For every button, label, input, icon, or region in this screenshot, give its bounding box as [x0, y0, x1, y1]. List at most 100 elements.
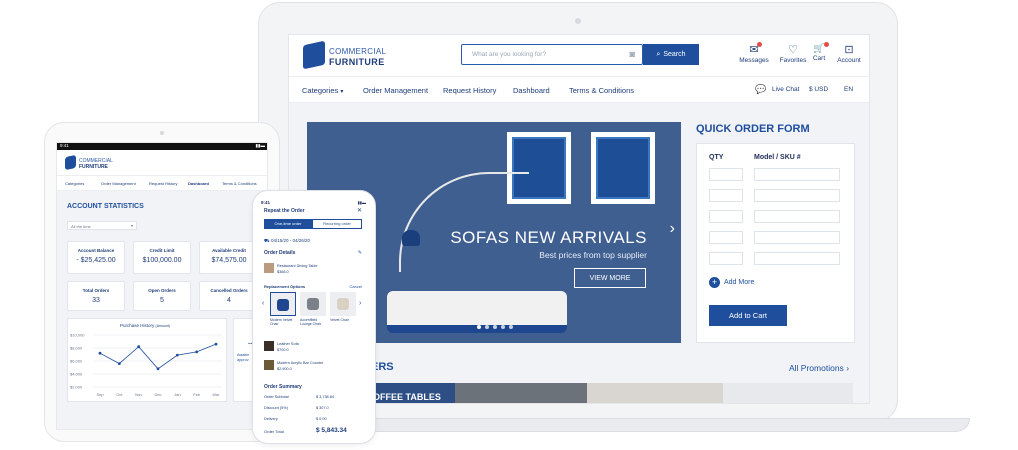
stat-value: - $25,425.00	[76, 257, 116, 264]
add-to-cart-button[interactable]: Add to Cart	[709, 305, 787, 326]
stat-value: 5	[160, 297, 164, 304]
qty-input[interactable]	[709, 210, 743, 223]
nav-categories[interactable]: Categories ▾	[302, 86, 343, 95]
nav-order-management[interactable]: Order Management	[363, 86, 428, 95]
item-price: $368.0	[277, 270, 289, 274]
promo-tile[interactable]: OFFEE TABLES	[371, 383, 455, 403]
account-button[interactable]: ⊡ Account	[825, 43, 869, 64]
carousel-dot[interactable]	[501, 325, 505, 329]
option-name: Accentfleld Lounge Chair	[300, 318, 322, 326]
search-button[interactable]: ⌕ Search	[643, 44, 699, 65]
chevron-right-icon[interactable]: ›	[359, 300, 361, 307]
sku-input[interactable]	[754, 210, 840, 223]
sku-input[interactable]	[754, 231, 840, 244]
promo-tile[interactable]	[455, 383, 587, 403]
item-name: Modern Acrylic Bar Counter	[277, 361, 324, 365]
site-header: COMMERCIAL FURNITURE What are you lookin…	[289, 35, 869, 77]
data-point[interactable]	[156, 367, 160, 371]
messages-badge	[757, 42, 762, 47]
nav-categories[interactable]: Categories	[65, 181, 84, 186]
data-point[interactable]	[195, 350, 199, 354]
carousel-dot[interactable]	[485, 325, 489, 329]
add-more-link[interactable]: Add More	[724, 279, 754, 286]
carousel-dot[interactable]	[477, 325, 481, 329]
camera-icon[interactable]: ◙	[630, 49, 635, 59]
language-selector[interactable]: EN	[844, 86, 853, 93]
carousel-dot[interactable]	[509, 325, 513, 329]
carousel-dots[interactable]	[477, 325, 513, 329]
nav-terms[interactable]: Terms & Conditions	[569, 86, 634, 95]
product-thumbnail	[264, 341, 274, 351]
sku-input[interactable]	[754, 168, 840, 181]
chart-title-suffix: (Amount)	[155, 324, 170, 328]
currency-selector[interactable]: $ USD	[809, 86, 828, 93]
tablet-screen: 9:41 ▮▮▬ COMMERCIAL FURNITURE Categories…	[56, 142, 268, 430]
nav-dashboard[interactable]: Dashboard	[513, 86, 550, 95]
carousel-dot[interactable]	[493, 325, 497, 329]
option-thumbnail[interactable]	[270, 292, 296, 316]
chair-image	[277, 299, 289, 311]
battery-icon: ▮▮▬	[357, 200, 366, 205]
qty-input[interactable]	[709, 168, 743, 181]
nav-order-management[interactable]: Order Management	[101, 181, 136, 186]
option-name: Modern Velvet Chair	[270, 318, 293, 326]
nav-request-history[interactable]: Request History	[149, 181, 177, 186]
y-tick-label: $4,000	[70, 372, 83, 377]
hero-subtitle: Best prices from top supplier	[539, 250, 647, 260]
summary-value: $ 307.0	[316, 406, 329, 410]
promo-tile[interactable]	[723, 383, 853, 403]
sku-input[interactable]	[754, 252, 840, 265]
brand-logo-icon[interactable]	[65, 154, 76, 171]
x-tick-label: Dec	[154, 392, 161, 397]
edit-icon[interactable]: ✎	[358, 250, 362, 256]
lamp-shade	[402, 230, 420, 246]
option-thumbnail[interactable]	[330, 292, 356, 316]
live-chat-link[interactable]: Live Chat	[772, 86, 799, 93]
tab-one-time[interactable]: One-time order	[264, 219, 312, 229]
qty-input[interactable]	[709, 189, 743, 202]
truck-icon: ⛟	[264, 238, 270, 243]
nav-request-history[interactable]: Request History	[443, 86, 496, 95]
time-filter-select[interactable]: All the time ▾	[67, 221, 137, 230]
account-icon: ⊡	[844, 44, 854, 56]
stat-value: 33	[92, 297, 100, 304]
nav-terms[interactable]: Terms & Conditions	[222, 181, 257, 186]
chair-image	[337, 298, 349, 310]
chevron-right-icon[interactable]: ›	[670, 220, 675, 238]
y-tick-label: $8,000	[70, 346, 83, 351]
qty-input[interactable]	[709, 252, 743, 265]
tab-recurring[interactable]: Recurring order	[312, 219, 362, 229]
view-more-button[interactable]: VIEW MORE	[574, 268, 646, 288]
close-icon[interactable]: ✕	[357, 207, 362, 214]
stat-card: Total Orders 33	[67, 281, 125, 311]
chevron-down-icon: ▾	[340, 89, 344, 95]
total-label: Order Total	[264, 429, 284, 434]
chevron-left-icon[interactable]: ‹	[262, 300, 264, 307]
data-point[interactable]	[214, 342, 218, 346]
x-tick-label: Jan	[174, 392, 180, 397]
wall-art-right	[591, 132, 655, 204]
nav-dashboard[interactable]: Dashboard	[188, 181, 209, 186]
data-point[interactable]	[175, 353, 179, 357]
chair-image	[307, 298, 319, 310]
total-value: $ 5,843.34	[316, 427, 347, 434]
purchase-history-chart: $10,000 $8,000 $6,000 $4,000 $2,000 Sep Oct Nov…	[70, 333, 222, 397]
stat-label: Cancelled Orders	[210, 288, 248, 293]
data-point[interactable]	[98, 351, 102, 355]
cancel-link[interactable]: Cancel	[350, 284, 362, 289]
brand-logo-icon[interactable]	[303, 40, 325, 70]
add-more-icon[interactable]: +	[709, 277, 720, 288]
qty-input[interactable]	[709, 231, 743, 244]
chevron-right-icon: ›	[846, 363, 850, 373]
data-point[interactable]	[137, 345, 141, 349]
battery-icon: ▮▮▬	[255, 143, 265, 148]
promo-tile[interactable]	[587, 383, 723, 403]
chevron-down-icon: ▾	[130, 223, 133, 228]
laptop-camera	[575, 18, 581, 24]
purchase-history-card: Purchase History (Amount) $10,000 $8,000 $…	[67, 318, 227, 402]
data-point[interactable]	[117, 362, 121, 365]
search-input[interactable]: What are you looking for? ◙	[461, 44, 643, 65]
all-promotions-link[interactable]: All Promotions ›	[789, 363, 849, 373]
sku-input[interactable]	[754, 189, 840, 202]
option-thumbnail[interactable]	[300, 292, 326, 316]
